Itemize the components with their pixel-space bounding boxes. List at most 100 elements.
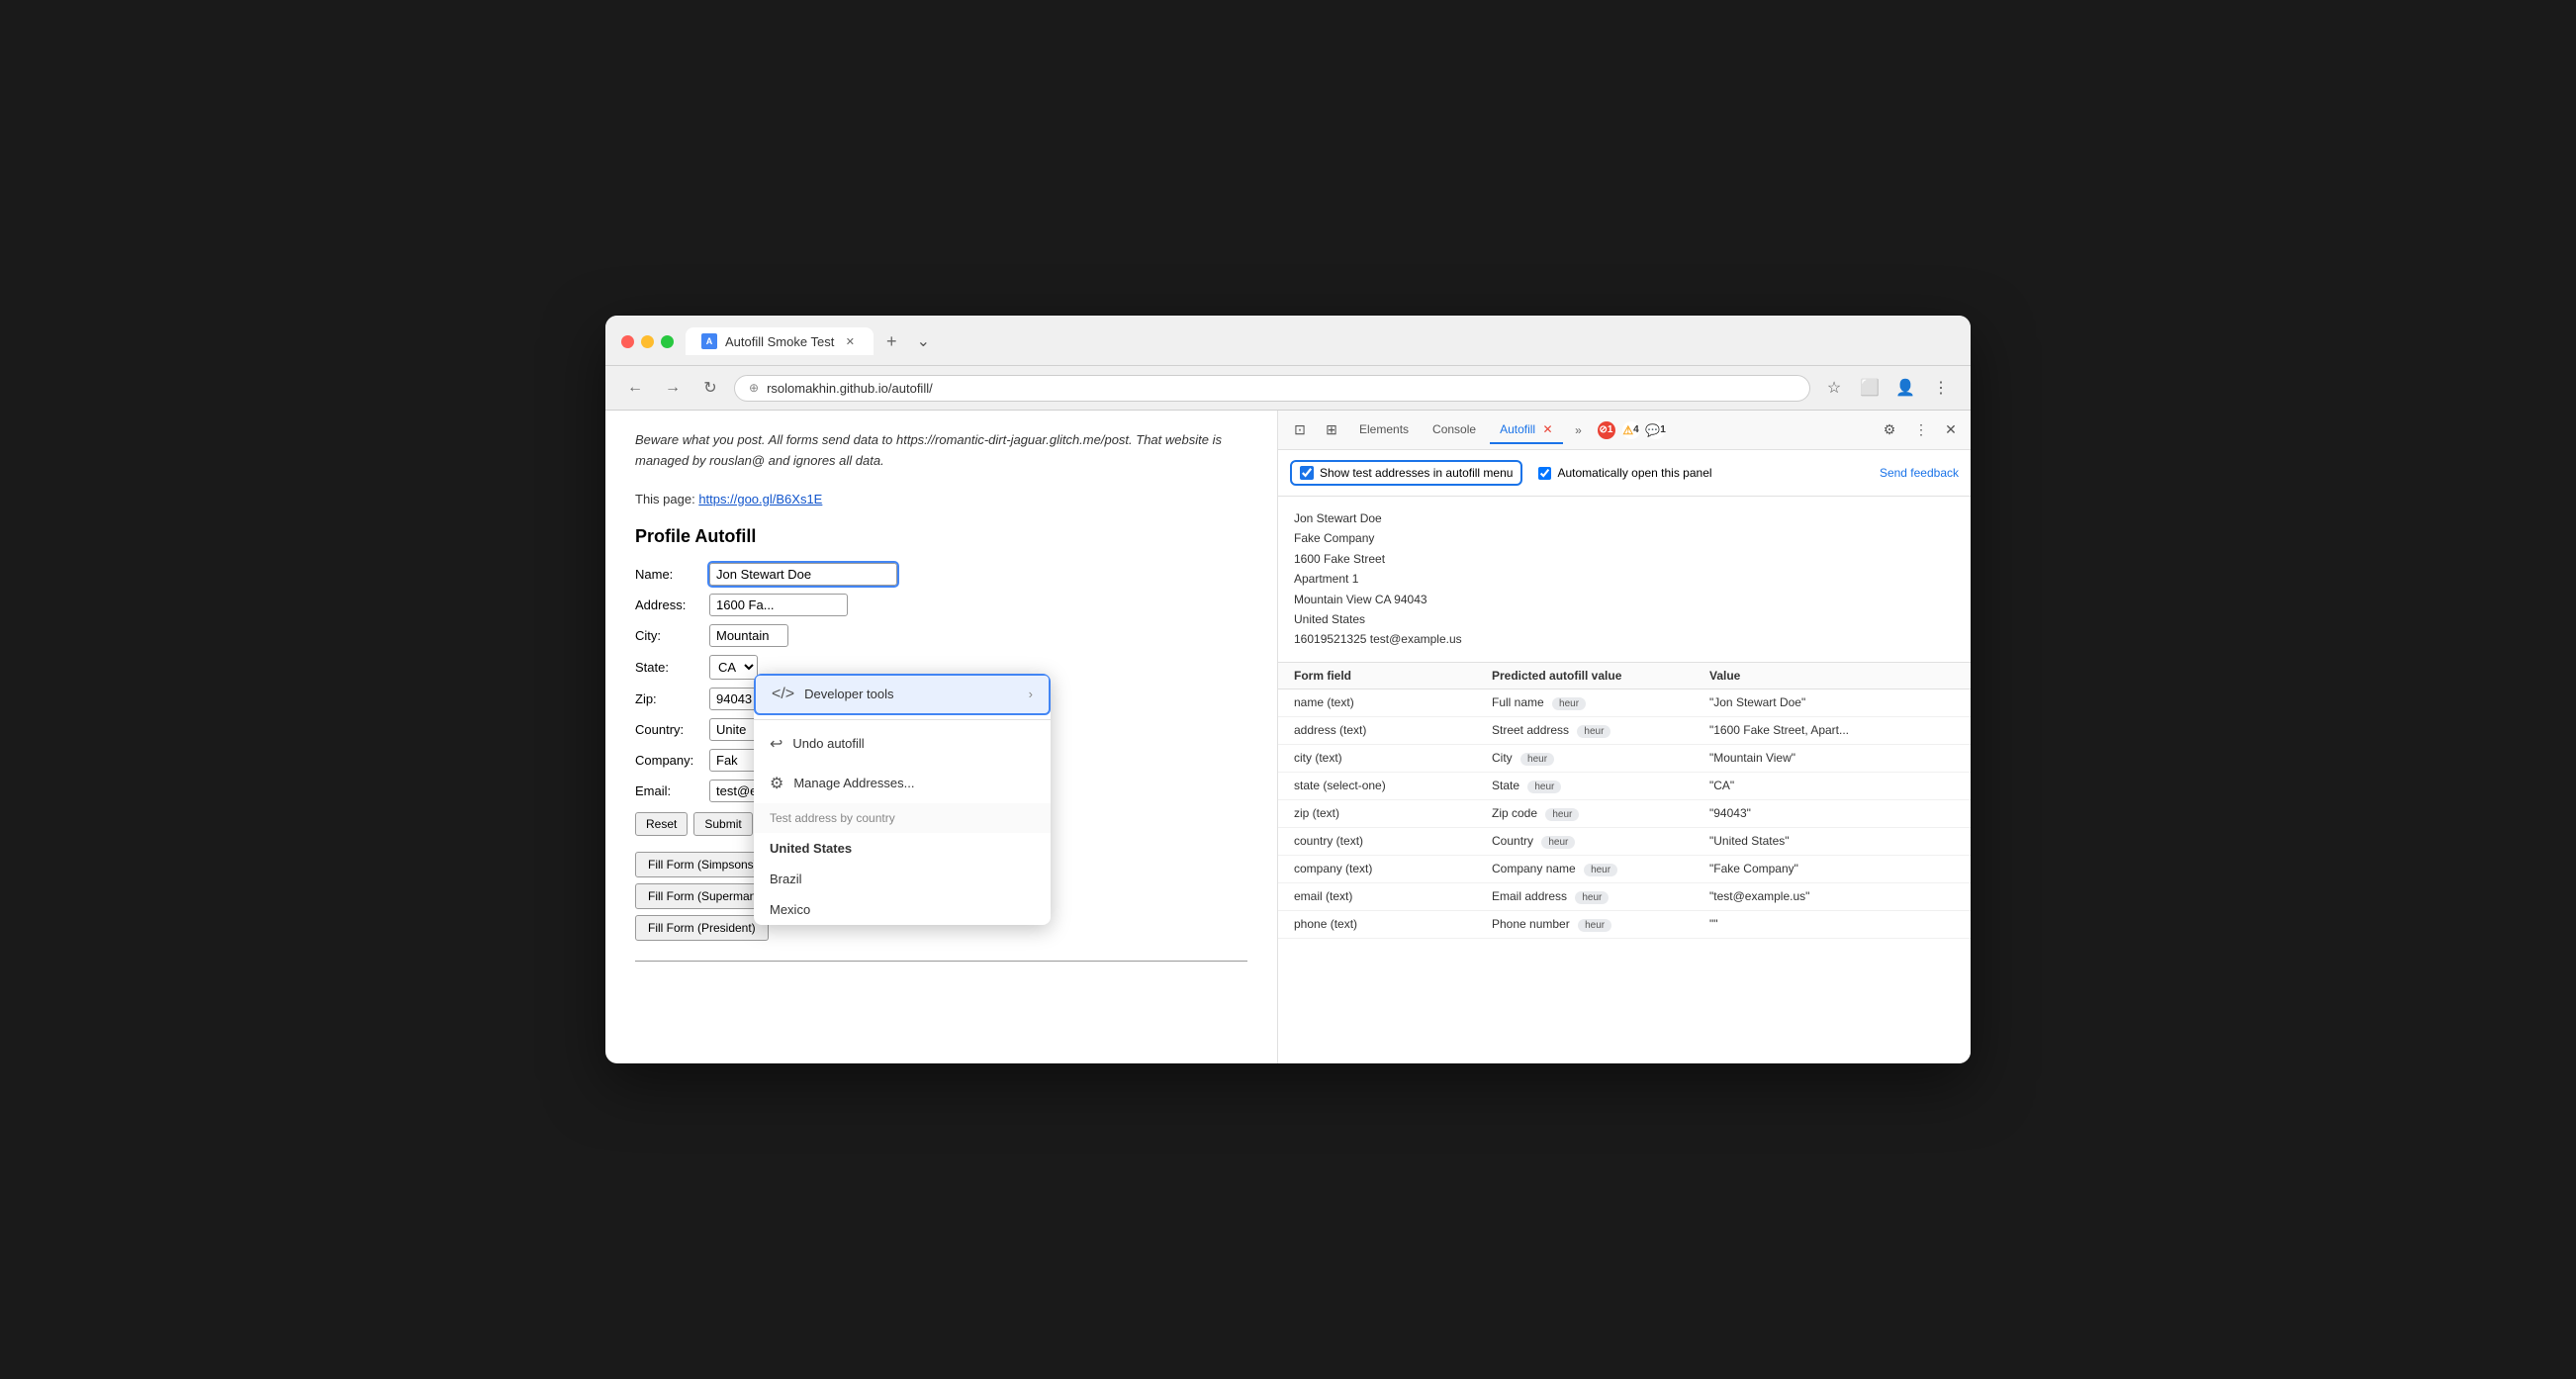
fill-president-button[interactable]: Fill Form (President) <box>635 915 769 941</box>
browser-window: A Autofill Smoke Test ✕ + ⌄ ← → ↻ ⊕ rsol… <box>605 316 1971 1063</box>
chevron-down-icon[interactable]: ⌄ <box>909 327 937 355</box>
profile-icon[interactable]: 👤 <box>1891 374 1919 402</box>
content-area: Beware what you post. All forms send dat… <box>605 411 1971 1063</box>
zip-label: Zip: <box>635 691 709 706</box>
row-predicted: Email address heur <box>1492 889 1709 904</box>
developer-tools-item[interactable]: </> Developer tools › <box>754 674 1051 715</box>
autofill-table: Form field Predicted autofill value Valu… <box>1278 663 1971 1063</box>
address-bar: ← → ↻ ⊕ rsolomakhin.github.io/autofill/ … <box>605 366 1971 411</box>
table-row: phone (text) Phone number heur "" <box>1278 911 1971 939</box>
row-field: city (text) <box>1294 751 1492 766</box>
maximize-button[interactable] <box>661 335 674 348</box>
elements-inspector-icon[interactable]: ⊡ <box>1286 416 1314 444</box>
submit-button[interactable]: Submit <box>693 812 752 836</box>
send-feedback-link[interactable]: Send feedback <box>1880 466 1959 480</box>
col-form-field: Form field <box>1294 669 1492 683</box>
row-field: state (select-one) <box>1294 779 1492 793</box>
security-icon: ⊕ <box>749 381 759 395</box>
country-option-brazil[interactable]: Brazil <box>754 864 1051 894</box>
form-row-city: City: </> Developer tools › ↩ Undo autof… <box>635 624 1247 647</box>
heur-badge: heur <box>1541 836 1575 849</box>
profile-street: 1600 Fake Street <box>1294 549 1955 569</box>
active-tab[interactable]: A Autofill Smoke Test ✕ <box>686 327 874 355</box>
url-text: rsolomakhin.github.io/autofill/ <box>767 381 933 396</box>
title-bar: A Autofill Smoke Test ✕ + ⌄ <box>605 316 1971 366</box>
fill-simpsons-button[interactable]: Fill Form (Simpsons) <box>635 852 771 877</box>
new-tab-button[interactable]: + <box>877 327 905 355</box>
country-option-mexico[interactable]: Mexico <box>754 894 1051 925</box>
country-label: Country: <box>635 722 709 737</box>
col-predicted: Predicted autofill value <box>1492 669 1709 683</box>
back-button[interactable]: ← <box>621 374 649 402</box>
dev-tools-icon: </> <box>772 686 794 703</box>
heur-badge: heur <box>1520 753 1554 766</box>
state-label: State: <box>635 660 709 675</box>
profile-card: Jon Stewart Doe Fake Company 1600 Fake S… <box>1278 497 1971 663</box>
test-address-header: Test address by country <box>754 803 1051 833</box>
settings-icon[interactable]: ⚙ <box>1876 416 1903 444</box>
heur-badge: heur <box>1575 891 1609 904</box>
url-bar[interactable]: ⊕ rsolomakhin.github.io/autofill/ <box>734 375 1810 402</box>
tab-console[interactable]: Console <box>1423 416 1486 444</box>
row-field: address (text) <box>1294 723 1492 738</box>
state-select[interactable]: CA <box>709 655 758 680</box>
address-input[interactable] <box>709 594 848 616</box>
manage-icon: ⚙ <box>770 774 783 793</box>
devtools-more-icon[interactable]: ⋮ <box>1907 416 1935 444</box>
heur-badge: heur <box>1577 725 1610 738</box>
name-label: Name: <box>635 567 709 582</box>
more-tabs-icon[interactable]: » <box>1567 418 1591 442</box>
heur-badge: heur <box>1527 781 1561 793</box>
row-value: "1600 Fake Street, Apart... <box>1709 723 1955 738</box>
fill-superman-button[interactable]: Fill Form (Superman) <box>635 883 773 909</box>
city-input[interactable] <box>709 624 788 647</box>
devtools-header: ⊡ ⊞ Elements Console Autofill ✕ » ⊘ 1 ⚠4 <box>1278 411 1971 450</box>
close-button[interactable] <box>621 335 634 348</box>
row-value: "test@example.us" <box>1709 889 1955 904</box>
show-test-addresses-checkbox[interactable] <box>1300 466 1314 480</box>
auto-open-checkbox[interactable] <box>1538 467 1551 480</box>
show-test-addresses-group[interactable]: Show test addresses in autofill menu <box>1290 460 1522 486</box>
manage-addresses-item[interactable]: ⚙ Manage Addresses... <box>754 764 1051 803</box>
tab-title: Autofill Smoke Test <box>725 334 834 349</box>
auto-open-group[interactable]: Automatically open this panel <box>1538 466 1711 480</box>
row-predicted: Zip code heur <box>1492 806 1709 821</box>
warning-badge: ⚠4 <box>1622 421 1640 439</box>
row-field: country (text) <box>1294 834 1492 849</box>
row-field: name (text) <box>1294 695 1492 710</box>
heur-badge: heur <box>1584 864 1617 876</box>
menu-icon[interactable]: ⋮ <box>1927 374 1955 402</box>
heur-badge: heur <box>1545 808 1579 821</box>
forward-button[interactable]: → <box>659 374 687 402</box>
table-row: company (text) Company name heur "Fake C… <box>1278 856 1971 883</box>
table-header: Form field Predicted autofill value Valu… <box>1278 663 1971 690</box>
tab-close-button[interactable]: ✕ <box>842 333 858 349</box>
row-value: "" <box>1709 917 1955 932</box>
refresh-button[interactable]: ↻ <box>696 374 724 402</box>
extensions-icon[interactable]: ⬜ <box>1856 374 1884 402</box>
bookmark-icon[interactable]: ☆ <box>1820 374 1848 402</box>
reset-button[interactable]: Reset <box>635 812 688 836</box>
col-value: Value <box>1709 669 1955 683</box>
show-test-addresses-label: Show test addresses in autofill menu <box>1320 466 1513 480</box>
profile-phone-email: 16019521325 test@example.us <box>1294 629 1955 649</box>
browser-actions: ☆ ⬜ 👤 ⋮ <box>1820 374 1955 402</box>
tab-autofill[interactable]: Autofill ✕ <box>1490 416 1562 444</box>
autofill-close-icon[interactable]: ✕ <box>1542 422 1552 436</box>
row-predicted: Country heur <box>1492 834 1709 849</box>
device-toggle-icon[interactable]: ⊞ <box>1318 416 1345 444</box>
section-title: Profile Autofill <box>635 526 1247 547</box>
badge-area: ⊘ 1 ⚠4 💬1 <box>1595 421 1665 439</box>
tab-elements[interactable]: Elements <box>1349 416 1419 444</box>
name-input[interactable] <box>709 563 897 586</box>
minimize-button[interactable] <box>641 335 654 348</box>
devtools-close-button[interactable]: ✕ <box>1939 418 1963 442</box>
profile-name: Jon Stewart Doe <box>1294 508 1955 528</box>
profile-country: United States <box>1294 609 1955 629</box>
page-url-link[interactable]: https://goo.gl/B6Xs1E <box>698 492 822 506</box>
undo-autofill-item[interactable]: ↩ Undo autofill <box>754 724 1051 764</box>
country-option-us[interactable]: United States <box>754 833 1051 864</box>
tab-bar: A Autofill Smoke Test ✕ + ⌄ <box>686 327 937 355</box>
row-value: "Mountain View" <box>1709 751 1955 766</box>
error-icon: ⊘ <box>1600 424 1608 435</box>
